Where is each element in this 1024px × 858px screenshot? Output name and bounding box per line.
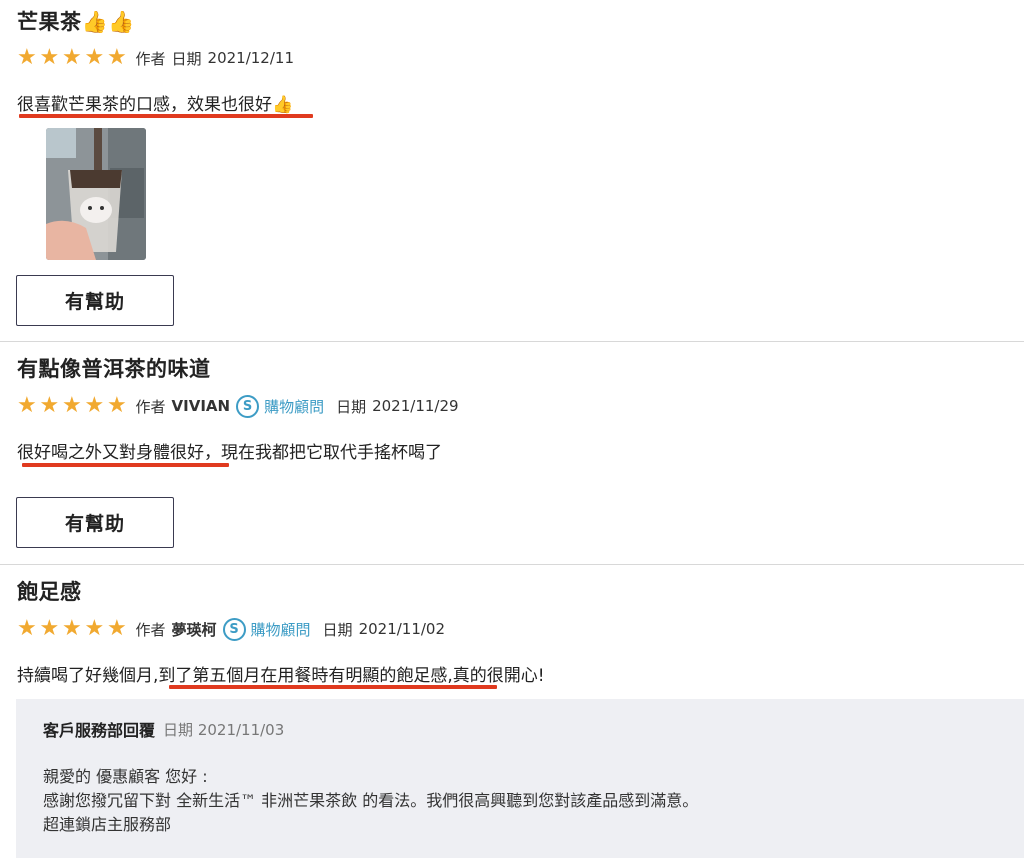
review-date: 2021/11/02	[358, 620, 446, 638]
date-label: 日期	[322, 620, 353, 639]
star-icon: ★	[17, 616, 37, 641]
star-icon: ★	[62, 393, 82, 418]
date-label: 日期	[336, 397, 367, 416]
star-icon: ★	[107, 616, 127, 641]
review-photo-thumbnail[interactable]	[46, 128, 146, 260]
star-icon: ★	[84, 45, 105, 70]
star-icon: ★	[107, 45, 127, 70]
author-name[interactable]: 夢瑛柯	[172, 619, 217, 640]
photo-image	[46, 128, 146, 260]
star-icon: ★	[107, 393, 127, 418]
reply-header: 客戶服務部回覆 日期 2021/11/03	[43, 717, 284, 741]
author-label: 作者	[135, 397, 166, 416]
shopper-badge: S 購物顧問	[236, 394, 325, 418]
star-icon: ★	[62, 616, 82, 641]
date-label: 日期	[171, 49, 202, 68]
star-icon: ★	[39, 45, 60, 70]
star-icon: ★	[17, 393, 37, 418]
helpful-button[interactable]: 有幫助	[16, 275, 174, 326]
reply-line: 感謝您撥冗留下對 全新生活™ 非洲芒果茶飲 的看法。我們很高興聽到您對該產品感到…	[43, 791, 699, 810]
reply-date: 日期 2021/11/03	[163, 719, 284, 740]
review-title: 芒果茶👍👍	[17, 10, 135, 34]
reply-line: 親愛的 優惠顧客 您好 :	[43, 767, 208, 786]
author-label: 作者	[135, 620, 166, 639]
star-icon: ★	[84, 616, 105, 641]
reply-title: 客戶服務部回覆	[43, 721, 156, 740]
review-meta: ★ ★ ★ ★ ★ 作者 VIVIAN S 購物顧問 日期 2021/11/29	[17, 394, 459, 418]
review-title: 有點像普洱茶的味道	[17, 357, 211, 381]
review-date: 2021/11/29	[372, 397, 459, 415]
author-label: 作者	[135, 49, 166, 68]
star-rating: ★ ★ ★ ★ ★	[17, 618, 130, 640]
star-icon: ★	[17, 45, 37, 70]
highlight-underline	[169, 685, 497, 689]
author-name[interactable]: VIVIAN	[172, 397, 231, 415]
shopper-badge-icon: S	[222, 617, 246, 641]
highlight-underline	[22, 463, 229, 467]
reply-line: 超連鎖店主服務部	[43, 815, 172, 834]
shopper-badge: S 購物顧問	[222, 617, 311, 641]
review-date: 2021/12/11	[207, 49, 294, 67]
shopper-badge-label: 購物顧問	[250, 620, 311, 639]
shopper-badge-icon: S	[236, 394, 260, 418]
star-icon: ★	[84, 393, 105, 418]
customer-service-reply: 客戶服務部回覆 日期 2021/11/03 親愛的 優惠顧客 您好 : 感謝您撥…	[16, 699, 1024, 858]
review-meta: ★ ★ ★ ★ ★ 作者 夢瑛柯 S 購物顧問 日期 2021/11/02	[17, 617, 445, 641]
reply-date-label: 日期	[163, 720, 194, 739]
review-body: 很好喝之外又對身體很好，現在我都把它取代手搖杯喝了	[17, 443, 442, 463]
review-card: 飽足感 ★ ★ ★ ★ ★ 作者 夢瑛柯 S 購物顧問 日期 2021/11/02 持續…	[0, 565, 1024, 858]
review-title: 飽足感	[17, 580, 82, 604]
star-rating: ★ ★ ★ ★ ★	[17, 395, 130, 417]
reply-date-value: 2021/11/03	[197, 720, 285, 739]
highlight-underline	[19, 114, 313, 118]
review-card: 芒果茶👍👍 ★ ★ ★ ★ ★ 作者 日期 2021/12/11 很喜歡芒果茶的口感，效…	[0, 0, 1024, 342]
star-icon: ★	[39, 393, 60, 418]
review-card: 有點像普洱茶的味道 ★ ★ ★ ★ ★ 作者 VIVIAN S 購物顧問 日期 2021…	[0, 342, 1024, 565]
star-rating: ★ ★ ★ ★ ★	[17, 47, 130, 69]
shopper-badge-label: 購物顧問	[264, 397, 325, 416]
review-body: 持續喝了好幾個月,到了第五個月在用餐時有明顯的飽足感,真的很開心!	[17, 666, 545, 686]
review-body: 很喜歡芒果茶的口感，效果也很好👍	[17, 95, 294, 115]
review-meta: ★ ★ ★ ★ ★ 作者 日期 2021/12/11	[17, 46, 294, 70]
helpful-button[interactable]: 有幫助	[16, 497, 174, 548]
star-icon: ★	[62, 45, 82, 70]
star-icon: ★	[39, 616, 60, 641]
